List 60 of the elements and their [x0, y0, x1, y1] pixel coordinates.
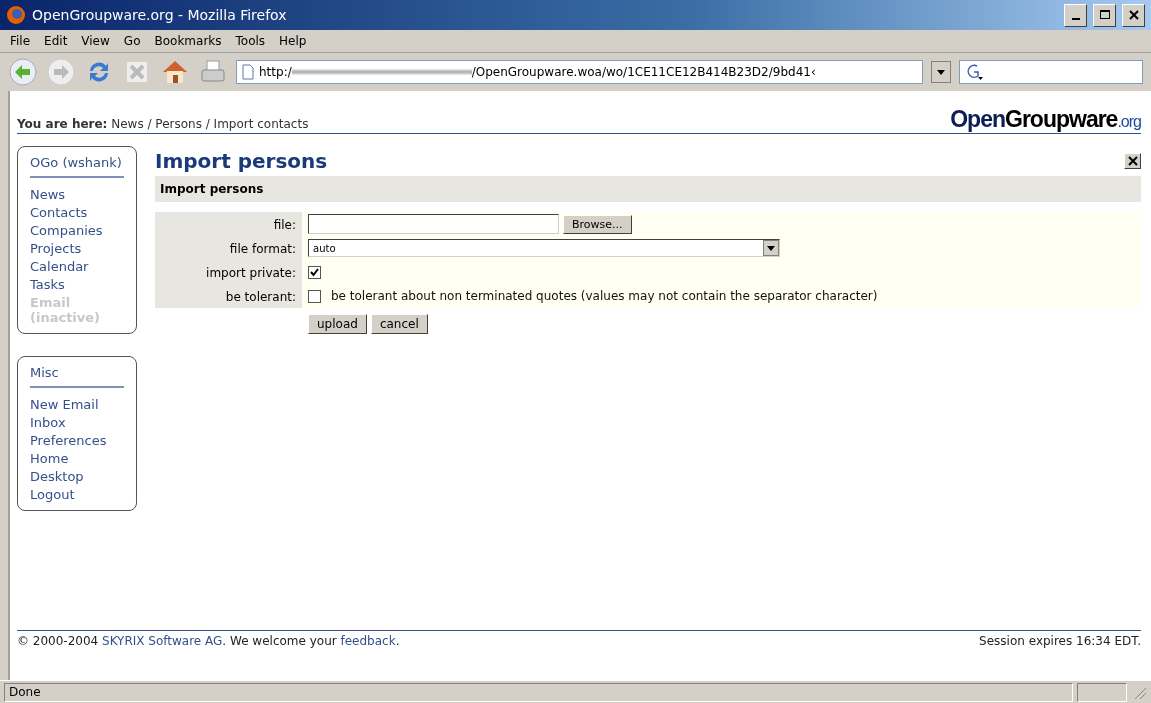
field-label: be tolerant:: [155, 284, 302, 308]
nav-link[interactable]: Inbox: [30, 415, 120, 430]
checkbox[interactable]: [308, 265, 321, 279]
nav-link[interactable]: Preferences: [30, 433, 120, 448]
menu-item[interactable]: Bookmarks: [154, 34, 222, 48]
caret-icon: [767, 245, 775, 251]
close-icon: [1128, 10, 1139, 20]
field-label: file format:: [155, 236, 302, 260]
nav-link[interactable]: Home: [30, 451, 120, 466]
minimize-icon: [1071, 18, 1080, 20]
close-button[interactable]: [1124, 153, 1141, 169]
format-select[interactable]: auto: [308, 239, 780, 257]
nav-link[interactable]: Logout: [30, 487, 120, 502]
page-icon: [241, 64, 255, 80]
maximize-icon: [1099, 10, 1110, 20]
nav-link[interactable]: Tasks: [30, 277, 120, 292]
checkbox-label: be tolerant about non terminated quotes (values may not contain the separator character): [331, 289, 878, 303]
page-title: Import persons: [155, 149, 328, 173]
close-button[interactable]: [1122, 3, 1145, 27]
close-icon: [1127, 156, 1138, 166]
nav-link[interactable]: Calendar: [30, 259, 120, 274]
menu-item[interactable]: View: [81, 34, 110, 48]
panel-title: OGo (wshank): [30, 155, 124, 178]
url-text: /OpenGroupware.woa/wo/1CE11CE12B414B23D2/9bd41‹: [471, 65, 816, 79]
field-label: import private:: [155, 260, 302, 284]
file-field[interactable]: [308, 214, 559, 234]
panel-title: Misc: [30, 365, 124, 388]
menu-item[interactable]: File: [10, 34, 31, 48]
copyright-text: © 2000-2004 SKYRIX Software AG. We welcome your feedback.: [17, 634, 400, 650]
cancel-button[interactable]: cancel: [370, 314, 428, 334]
caret-icon: [937, 69, 945, 75]
footer-link[interactable]: feedback: [340, 634, 396, 648]
status-text: Done: [9, 685, 41, 699]
window-title: OpenGroupware.org - Mozilla Firefox: [32, 7, 288, 23]
menu-item[interactable]: Edit: [44, 34, 68, 48]
nav-link[interactable]: Desktop: [30, 469, 120, 484]
browse-button[interactable]: Browse...: [563, 214, 632, 234]
nav-link[interactable]: Companies: [30, 223, 120, 238]
status-panel: [1077, 682, 1127, 702]
menu-item[interactable]: Go: [123, 34, 141, 48]
checkbox[interactable]: [308, 289, 321, 303]
address-field[interactable]: http:/ /OpenGroupware.woa/wo/1CE11CE12B414B23D2/9bd41‹: [236, 60, 923, 84]
menu-item[interactable]: Tools: [235, 34, 266, 48]
section-header: Import persons: [155, 176, 1141, 202]
nav-link[interactable]: News: [30, 187, 120, 202]
maximize-button[interactable]: [1093, 3, 1116, 27]
session-text: Session expires 16:34 EDT.: [979, 634, 1141, 650]
nav-link[interactable]: Contacts: [30, 205, 120, 220]
nav-link[interactable]: Projects: [30, 241, 120, 256]
upload-button[interactable]: upload: [308, 314, 367, 334]
firefox-icon: [6, 5, 26, 25]
search-field[interactable]: [959, 60, 1143, 84]
url-text: http:/: [259, 65, 292, 79]
field-label: file:: [155, 212, 302, 236]
nav-link[interactable]: New Email: [30, 397, 120, 412]
minimize-button[interactable]: [1064, 3, 1087, 27]
logo: OpenGroupware.org: [950, 106, 1141, 133]
menu-item[interactable]: Help: [279, 34, 307, 48]
dropdown-button[interactable]: [931, 61, 951, 83]
breadcrumb: You are here: News / Persons / Import contacts: [17, 117, 309, 133]
